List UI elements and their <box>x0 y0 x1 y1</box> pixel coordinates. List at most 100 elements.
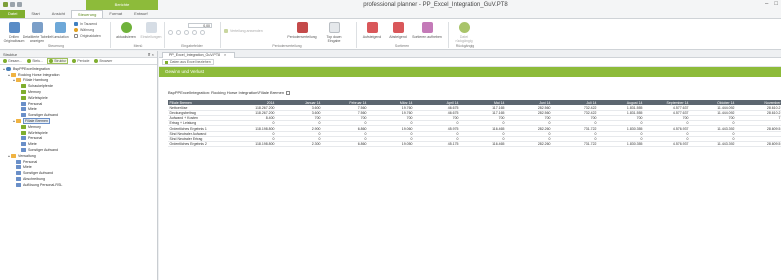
table-cell[interactable]: 6.860 <box>322 140 368 148</box>
sort-ascending-button[interactable]: Aufsteigend <box>360 22 384 39</box>
ribbon-tab-format[interactable]: Format <box>103 10 128 18</box>
tree-item[interactable]: Auflösung Personal-RSL <box>0 182 157 188</box>
group-separator <box>220 22 221 48</box>
table-cell[interactable]: 1.830.355 <box>598 140 644 148</box>
undo-button[interactable]: Datei rückgängig <box>452 22 476 43</box>
group-separator <box>356 22 357 48</box>
group-separator <box>164 22 165 48</box>
table-cell[interactable]: 19.050 <box>368 140 414 148</box>
tree-item-label: Miete <box>28 142 37 147</box>
group-label-period-distribution: Periodenverteilung <box>272 44 302 48</box>
tree-item-label: Personal <box>28 136 43 141</box>
tree-item-label: Verwaltung <box>18 153 36 158</box>
panel-tab-icon <box>49 59 54 63</box>
input-field-value[interactable]: 0,00 <box>188 23 212 28</box>
table-cell[interactable]: 4.576.937 <box>644 140 690 148</box>
settings-button[interactable]: Einstellungen <box>140 22 162 39</box>
group-label-menu: Menü <box>133 44 143 48</box>
drill-icon <box>8 22 20 33</box>
tree-item-label: Würfelspiele <box>28 130 48 135</box>
original-data-toggle[interactable]: Originaldaten <box>74 34 101 38</box>
ribbon-tab-entwurf[interactable]: Entwurf <box>128 10 154 18</box>
panel-tab[interactable]: Browser <box>93 59 113 63</box>
detailed-table-button[interactable]: Detaillierte Tabelle anzeigen <box>23 22 51 43</box>
structure-tree: ▲ BspPPExcelIntegration ▲ Rocking Horse Int… <box>0 65 157 189</box>
account-icon <box>21 124 26 129</box>
refresh-icon <box>120 22 132 33</box>
account-icon <box>21 113 26 118</box>
option-radio[interactable] <box>176 30 181 35</box>
distribution-icon <box>224 29 228 33</box>
table-cell[interactable]: 118.198.800 <box>226 140 276 148</box>
cumulation-button[interactable]: Kumulation <box>50 22 70 39</box>
tree-item-label: Personal <box>28 101 43 106</box>
tree-item-label: Sonstiger Aufwand <box>28 113 58 118</box>
account-icon <box>16 171 21 176</box>
table-cell[interactable]: 282.260 <box>506 140 552 148</box>
option-radio[interactable] <box>192 30 197 35</box>
report-table: Filiale Bremen 2014 Januar 14 Februar 14 Mär… <box>168 100 781 148</box>
sort-clear-button[interactable]: Sortieren aufheben <box>412 22 442 39</box>
excel-icon <box>165 60 168 64</box>
ribbon-tab-start[interactable]: Start <box>25 10 45 18</box>
tree-item-label: Sonstiger Aufwand <box>28 148 58 153</box>
drill-button[interactable]: Drillen Originalbaum <box>4 22 24 43</box>
ribbon: Drillen Originalbaum Detaillierte Tabell… <box>0 18 781 50</box>
document-tab[interactable]: PP_Excel_Integration_GuV.PT8 × <box>162 52 236 58</box>
thousand-icon <box>74 22 78 26</box>
table-cell[interactable]: 11.443.392 <box>690 140 736 148</box>
table-cell[interactable]: 2.300 <box>276 140 322 148</box>
tree-item-label: Personal <box>23 159 38 164</box>
folder-icon <box>11 72 16 77</box>
maximize-button[interactable]: □ <box>774 1 778 7</box>
refresh-button[interactable]: aktualisieren <box>114 22 138 39</box>
option-radio[interactable] <box>200 30 205 35</box>
excel-import-button[interactable]: Daten aus Excel beziehen <box>162 59 214 65</box>
account-icon <box>16 165 21 170</box>
document-toolbar: Daten aus Excel beziehen <box>159 58 781 67</box>
undo-icon <box>458 22 470 33</box>
panel-tab[interactable]: Struktur <box>47 58 69 64</box>
currency-toggle[interactable]: Währung <box>74 28 94 32</box>
input-field-options <box>168 30 205 35</box>
tree-item-label: Memory <box>28 124 41 129</box>
context-tab-header: Berichte <box>86 0 158 10</box>
panel-tab[interactable]: Periode <box>71 59 90 63</box>
account-icon <box>21 130 26 135</box>
account-icon <box>21 136 26 141</box>
option-radio[interactable] <box>168 30 173 35</box>
panel-tab[interactable]: Gesam... <box>2 59 23 63</box>
option-radio[interactable] <box>184 30 189 35</box>
tree-item-label: BspPPExcelIntegration <box>13 66 50 71</box>
panel-pin-close-icons[interactable]: ⊼ × <box>148 52 154 57</box>
structure-panel: Struktur ⊼ × Gesam... Stelu... Struktur Per… <box>0 51 158 280</box>
account-icon <box>21 148 26 153</box>
ribbon-tab-steuerung[interactable]: Steuerung <box>70 10 104 18</box>
table-cell[interactable]: 45.175 <box>414 140 460 148</box>
in-thousand-toggle[interactable]: In Tausend <box>74 22 97 26</box>
sort-descending-button[interactable]: Absteigend <box>386 22 410 39</box>
panel-tab[interactable]: Stelu... <box>26 59 44 63</box>
breadcrumb-grid-icon[interactable] <box>286 90 291 95</box>
table-cell[interactable]: 731.722 <box>552 140 598 148</box>
settings-icon <box>145 22 157 33</box>
top-down-input-button[interactable]: Top down Eingabe <box>324 22 344 43</box>
table-cell[interactable]: 116.465 <box>460 140 506 148</box>
tree-item-label: Rocking Horse Integration <box>18 72 60 77</box>
apply-distribution-button[interactable]: Verteilung anwenden <box>224 29 263 33</box>
sort-clear-icon <box>421 22 433 33</box>
close-tab-icon[interactable]: × <box>224 53 226 58</box>
ribbon-tab-ansicht[interactable]: Ansicht <box>46 10 71 18</box>
ribbon-tab-datei[interactable]: Datei <box>0 10 26 18</box>
folder-icon <box>11 153 16 158</box>
tree-item-label: Memory <box>28 90 41 95</box>
tree-item-label: Miete <box>23 165 32 170</box>
period-distribution-button[interactable]: Periodenverteilung <box>284 22 320 39</box>
tree-item-label: Würfelspiele <box>28 95 48 100</box>
window-controls: – □ <box>765 1 778 7</box>
table-cell[interactable]: 28.609.5 <box>736 140 781 148</box>
group-label-steuerung: Steuerung <box>47 44 65 48</box>
tree-item-label: Abschreibung <box>23 177 45 182</box>
title-bar: professional planner - PP_Excel_Integrat… <box>0 0 781 10</box>
minimize-button[interactable]: – <box>765 1 768 7</box>
